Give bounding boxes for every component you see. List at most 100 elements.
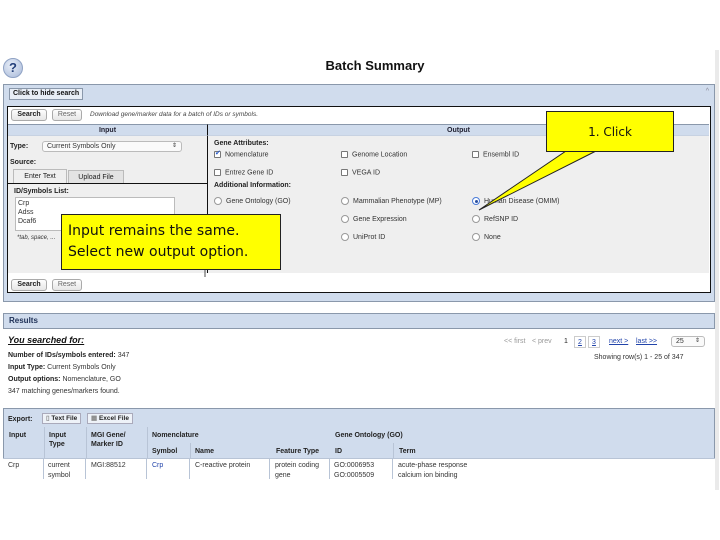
option-label: Gene Expression — [353, 215, 407, 223]
list-hint: *tab, space, ... — [17, 235, 56, 241]
checkbox-icon[interactable] — [472, 151, 479, 158]
page-scrollbar[interactable] — [715, 50, 719, 490]
column-divider — [392, 459, 393, 479]
bottom-search-button[interactable]: Search — [11, 279, 47, 291]
checkbox-icon[interactable] — [341, 169, 348, 176]
tab-divider — [8, 183, 208, 184]
option-none[interactable]: None — [472, 233, 501, 241]
column-divider — [44, 427, 45, 459]
help-icon[interactable]: ? — [3, 58, 23, 78]
note-callout: Input remains the same. Select new outpu… — [61, 214, 281, 270]
pager-next[interactable]: next > — [609, 338, 628, 345]
list-value: Crp — [18, 200, 30, 207]
table-row: Crp current symbol MGI:88512 Crp C-react… — [3, 459, 715, 479]
option-genome-location[interactable]: Genome Location — [341, 151, 407, 158]
results-header: Results — [3, 313, 715, 329]
option-human-disease[interactable]: Human Disease (OMIM) — [472, 197, 559, 205]
summary-label: Output options: — [8, 376, 61, 383]
radio-icon[interactable] — [341, 197, 349, 205]
col-feature-type: Feature Type — [276, 448, 320, 455]
search-description: Download gene/marker data for a batch of… — [90, 111, 258, 118]
pager-last[interactable]: last >> — [636, 338, 657, 345]
input-header: Input — [8, 124, 208, 136]
checkbox-icon[interactable] — [341, 151, 348, 158]
results-table-header: Export: ▯ Text File ▦ Excel File Input I… — [3, 408, 715, 459]
go-id: GO:0006953 — [334, 462, 375, 469]
pager-page-link[interactable]: 2 — [574, 336, 586, 348]
option-entrez-gene-id[interactable]: Entrez Gene ID — [214, 169, 273, 176]
option-ensembl-id[interactable]: Ensembl ID — [472, 151, 519, 158]
bottom-reset-button[interactable]: Reset — [52, 279, 82, 291]
summary-label: Number of IDs/symbols entered: — [8, 352, 116, 359]
option-mammalian-phenotype[interactable]: Mammalian Phenotype (MP) — [341, 197, 442, 205]
click-callout: 1. Click — [546, 111, 674, 152]
search-button[interactable]: Search — [11, 109, 47, 121]
col-go-id: ID — [335, 448, 342, 455]
hide-search-button[interactable]: Click to hide search — [9, 88, 84, 100]
column-divider — [269, 459, 270, 479]
pager-page-label[interactable]: 2 — [578, 339, 582, 346]
col-name: Name — [195, 448, 215, 455]
radio-icon[interactable] — [472, 215, 480, 223]
cell-symbol-link[interactable]: Crp — [152, 461, 163, 471]
additional-info-label: Additional Information: — [214, 182, 291, 189]
tab-enter-text[interactable]: Enter Text — [13, 169, 67, 183]
option-uniprot-id[interactable]: UniProt ID — [341, 233, 385, 241]
radio-icon[interactable] — [472, 233, 480, 241]
checkbox-icon[interactable] — [214, 149, 221, 158]
export-excel-label: Excel File — [98, 415, 129, 422]
column-divider — [190, 443, 191, 459]
option-label: Human Disease (OMIM) — [484, 197, 560, 205]
select-arrows-icon: ⇕ — [694, 338, 700, 344]
export-text-button[interactable]: ▯ Text File — [42, 413, 82, 424]
summary-count: Number of IDs/symbols entered: 347 — [8, 352, 129, 359]
summary-output-options: Output options: Nomenclature, GO — [8, 376, 121, 383]
export-text-label: Text File — [51, 415, 78, 422]
col-go-term: Term — [399, 448, 416, 455]
col-marker-id: MGI Gene/ Marker ID — [91, 432, 126, 448]
excel-icon: ▦ — [91, 415, 98, 422]
radio-icon[interactable] — [341, 233, 349, 241]
summary-value: Current Symbols Only — [47, 364, 116, 371]
pager-last-label[interactable]: last >> — [636, 338, 657, 345]
type-select[interactable]: Current Symbols Only ⇕ — [42, 141, 182, 152]
option-vega-id[interactable]: VEGA ID — [341, 169, 380, 176]
pager-prev: < prev — [532, 338, 552, 345]
cell-name: C-reactive protein — [195, 462, 251, 469]
col-nomenclature: Nomenclature — [152, 432, 199, 439]
summary-found: 347 matching genes/markers found. — [8, 388, 120, 395]
type-select-value: Current Symbols Only — [47, 143, 116, 150]
option-nomenclature[interactable]: Nomenclature — [214, 149, 269, 158]
page-size-value: 25 — [676, 338, 684, 345]
checkbox-icon[interactable] — [214, 169, 221, 176]
pager-page-link[interactable]: 3 — [588, 336, 600, 348]
option-gene-expression[interactable]: Gene Expression — [341, 215, 407, 223]
radio-icon[interactable] — [214, 197, 222, 205]
summary-value: 347 — [117, 352, 130, 359]
option-label: UniProt ID — [353, 233, 386, 241]
pager-next-label[interactable]: next > — [609, 338, 628, 345]
file-icon: ▯ — [46, 415, 50, 422]
pager-page-label[interactable]: 3 — [592, 339, 596, 346]
radio-selected-icon[interactable] — [472, 197, 480, 205]
summary-value: Nomenclature, GO — [62, 376, 121, 383]
page-size-select[interactable]: 25 ⇕ — [671, 336, 705, 347]
option-refsnp-id[interactable]: RefSNP ID — [472, 215, 518, 223]
tab-upload-file[interactable]: Upload File — [68, 170, 124, 184]
collapse-icon[interactable]: ^ — [706, 88, 709, 95]
summary-label: Input Type: — [8, 364, 46, 371]
column-divider — [43, 459, 44, 479]
reset-button[interactable]: Reset — [52, 109, 82, 121]
option-gene-ontology[interactable]: Gene Ontology (GO) — [214, 197, 291, 205]
gene-attributes-label: Gene Attributes: — [214, 140, 269, 147]
go-term: calcium ion binding — [398, 472, 458, 479]
export-excel-button[interactable]: ▦ Excel File — [87, 413, 133, 424]
column-divider — [147, 427, 148, 459]
option-label: Ensembl ID — [483, 151, 520, 159]
cell-input: Crp — [8, 462, 20, 469]
option-label: Genome Location — [352, 151, 408, 159]
column-divider — [189, 459, 190, 479]
type-label: Type: — [10, 143, 29, 150]
radio-icon[interactable] — [341, 215, 349, 223]
option-label: Gene Ontology (GO) — [226, 197, 291, 205]
